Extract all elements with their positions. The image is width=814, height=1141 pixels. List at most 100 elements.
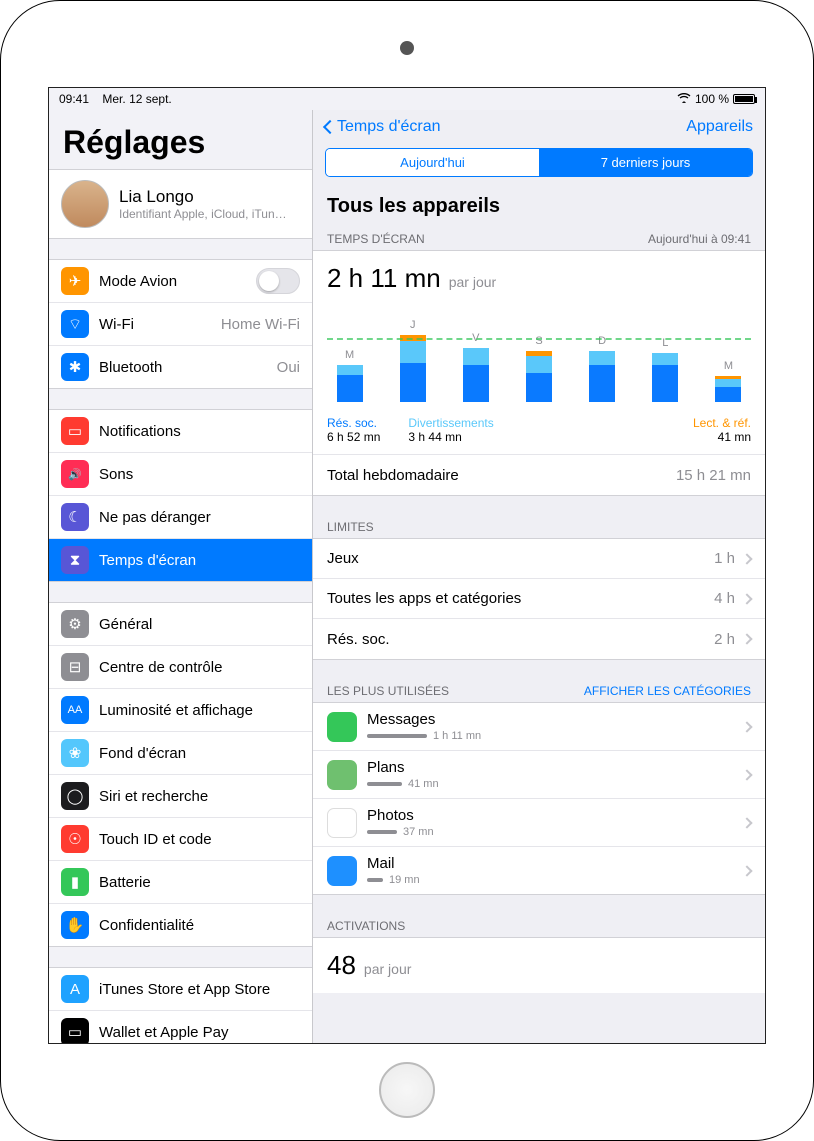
sidebar-item-privacy[interactable]: ✋Confidentialité bbox=[49, 904, 312, 946]
limit-label: Toutes les apps et catégories bbox=[327, 590, 521, 607]
app-usage-bar bbox=[367, 830, 397, 834]
limit-row[interactable]: Toutes les apps et catégories 4 h bbox=[313, 579, 765, 619]
status-date: Mer. 12 sept. bbox=[102, 92, 171, 106]
limit-row[interactable]: Jeux1 h bbox=[313, 539, 765, 579]
weekly-total-value: 15 h 21 mn bbox=[676, 467, 751, 484]
chevron-right-icon bbox=[741, 593, 752, 604]
wallet-icon: ▭ bbox=[61, 1018, 89, 1043]
itunes-icon: A bbox=[61, 975, 89, 1003]
chart-bar: M bbox=[327, 349, 372, 402]
limit-row[interactable]: Rés. soc.2 h bbox=[313, 619, 765, 659]
sidebar-item-wallpaper[interactable]: ❀Fond d'écran bbox=[49, 732, 312, 775]
sidebar-item-wallet[interactable]: ▭ Wallet et Apple Pay bbox=[49, 1011, 312, 1043]
airplane-toggle[interactable] bbox=[256, 268, 300, 294]
sounds-icon: 🔊 bbox=[61, 460, 89, 488]
limit-value: 1 h bbox=[714, 550, 735, 567]
sidebar-item-dnd[interactable]: ☾Ne pas déranger bbox=[49, 496, 312, 539]
time-range-segmented[interactable]: Aujourd'hui 7 derniers jours bbox=[325, 148, 753, 177]
chevron-right-icon bbox=[741, 633, 752, 644]
sidebar-item-label: Mode Avion bbox=[99, 273, 177, 290]
app-row[interactable]: Messages 1 h 11 mn bbox=[313, 703, 765, 751]
back-button[interactable]: Temps d'écran bbox=[325, 118, 441, 136]
sidebar-item-siri[interactable]: ◯Siri et recherche bbox=[49, 775, 312, 818]
sidebar-item-airplane[interactable]: ✈ Mode Avion bbox=[49, 260, 312, 303]
sidebar-item-label: Bluetooth bbox=[99, 359, 162, 376]
chart-bar: S bbox=[516, 335, 561, 402]
touchid-icon: ☉ bbox=[61, 825, 89, 853]
app-name: Messages bbox=[367, 711, 725, 728]
sidebar-item-label: Centre de contrôle bbox=[99, 659, 222, 676]
sidebar-item-label: iTunes Store et App Store bbox=[99, 981, 270, 998]
sidebar-item-notifications[interactable]: ▭ Notifications bbox=[49, 410, 312, 453]
activations-unit: par jour bbox=[364, 961, 411, 977]
detail-pane[interactable]: Temps d'écran Appareils Aujourd'hui 7 de… bbox=[313, 110, 765, 1043]
sidebar-user-row[interactable]: Lia Longo Identifiant Apple, iCloud, iTu… bbox=[49, 170, 312, 238]
weekly-total-label: Total hebdomadaire bbox=[327, 467, 459, 484]
status-time: 09:41 bbox=[59, 92, 89, 106]
sidebar-item-itunes[interactable]: AiTunes Store et App Store bbox=[49, 968, 312, 1011]
app-icon bbox=[327, 712, 357, 742]
chevron-right-icon bbox=[741, 721, 752, 732]
segment-7days[interactable]: 7 derniers jours bbox=[539, 149, 752, 176]
controlcenter-icon: ⊟ bbox=[61, 653, 89, 681]
sidebar-item-battery[interactable]: ▮Batterie bbox=[49, 861, 312, 904]
devices-button[interactable]: Appareils bbox=[686, 118, 753, 136]
app-row[interactable]: Photos37 mn bbox=[313, 799, 765, 847]
limit-value: 4 h bbox=[714, 590, 735, 607]
app-time: 19 mn bbox=[389, 874, 420, 886]
app-row[interactable]: Plans41 mn bbox=[313, 751, 765, 799]
general-icon: ⚙ bbox=[61, 610, 89, 638]
avatar bbox=[61, 180, 109, 228]
app-usage-bar bbox=[367, 878, 383, 882]
chart-day-label: S bbox=[535, 335, 542, 347]
show-categories-link[interactable]: AFFICHER LES CATÉGORIES bbox=[584, 684, 751, 698]
sidebar-item-label: Confidentialité bbox=[99, 917, 194, 934]
activations-card[interactable]: 48 par jour bbox=[313, 937, 765, 993]
app-time: 41 mn bbox=[408, 778, 439, 790]
airplane-icon: ✈ bbox=[61, 267, 89, 295]
app-usage-bar bbox=[367, 734, 427, 738]
app-row[interactable]: Mail 19 mn bbox=[313, 847, 765, 894]
chart-day-label: M bbox=[345, 349, 354, 361]
settings-title: Réglages bbox=[49, 110, 312, 169]
segment-today[interactable]: Aujourd'hui bbox=[326, 149, 539, 176]
sidebar-item-label: Batterie bbox=[99, 874, 151, 891]
settings-sidebar[interactable]: Réglages Lia Longo Identifiant Apple, iC… bbox=[49, 110, 313, 1043]
screentime-header-left: TEMPS D'ÉCRAN bbox=[327, 232, 425, 246]
wifi-icon bbox=[677, 92, 691, 106]
chevron-left-icon bbox=[323, 120, 337, 134]
sidebar-item-wifi[interactable]: ⌔Wi-FiHome Wi-Fi bbox=[49, 303, 312, 346]
most-used-header: LES PLUS UTILISÉES bbox=[327, 684, 449, 698]
battery-icon bbox=[733, 94, 755, 104]
chevron-right-icon bbox=[741, 553, 752, 564]
user-subtitle: Identifiant Apple, iCloud, iTunes S… bbox=[119, 207, 289, 221]
siri-icon: ◯ bbox=[61, 782, 89, 810]
notifications-icon: ▭ bbox=[61, 417, 89, 445]
sidebar-item-controlcenter[interactable]: ⊟ Centre de contrôle bbox=[49, 646, 312, 689]
app-time: 1 h 11 mn bbox=[433, 730, 481, 742]
screentime-card[interactable]: 2 h 11 mn par jour MJVSDLM Rés. soc. 6 h… bbox=[313, 250, 765, 496]
app-icon bbox=[327, 760, 357, 790]
app-name: Mail bbox=[367, 855, 725, 872]
status-bar: 09:41 Mer. 12 sept. 100 % bbox=[49, 88, 765, 110]
legend-entertainment-value: 3 h 44 mn bbox=[408, 430, 493, 444]
app-icon bbox=[327, 808, 357, 838]
legend-social-value: 6 h 52 mn bbox=[327, 430, 380, 444]
average-unit: par jour bbox=[449, 274, 496, 290]
home-button[interactable] bbox=[379, 1062, 435, 1118]
sidebar-item-label: Luminosité et affichage bbox=[99, 702, 253, 719]
limits-header: LIMITES bbox=[327, 520, 374, 534]
sidebar-item-screentime[interactable]: ⧗Temps d'écran bbox=[49, 539, 312, 581]
app-icon bbox=[327, 856, 357, 886]
sidebar-item-general[interactable]: ⚙ Général bbox=[49, 603, 312, 646]
sidebar-item-label: Général bbox=[99, 616, 152, 633]
sidebar-item-label: Sons bbox=[99, 466, 133, 483]
limit-value: 2 h bbox=[714, 631, 735, 648]
sidebar-item-display[interactable]: AALuminosité et affichage bbox=[49, 689, 312, 732]
legend-entertainment-label: Divertissements bbox=[408, 416, 493, 430]
sidebar-item-label: Wallet et Apple Pay bbox=[99, 1024, 229, 1041]
sidebar-item-sounds[interactable]: 🔊 Sons bbox=[49, 453, 312, 496]
sidebar-item-label: Notifications bbox=[99, 423, 181, 440]
sidebar-item-bluetooth[interactable]: ✱BluetoothOui bbox=[49, 346, 312, 388]
sidebar-item-touchid[interactable]: ☉Touch ID et code bbox=[49, 818, 312, 861]
